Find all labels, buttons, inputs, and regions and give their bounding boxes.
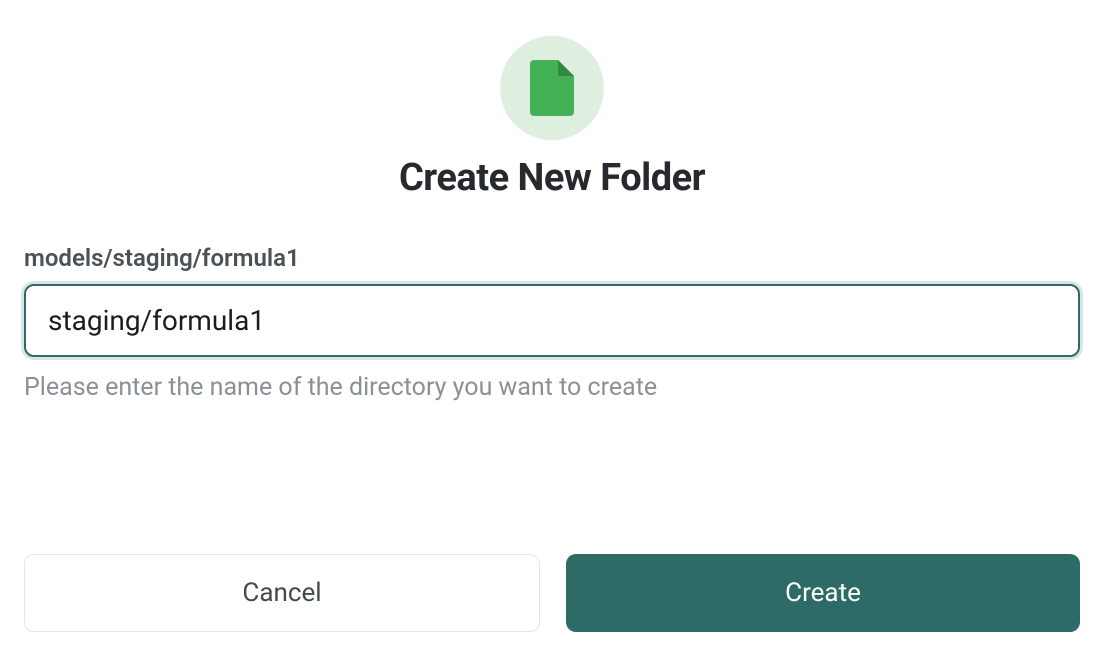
cancel-button[interactable]: Cancel — [24, 554, 540, 632]
dialog-icon-circle — [500, 36, 604, 140]
file-icon — [530, 60, 574, 116]
create-folder-dialog: Create New Folder models/staging/formula… — [0, 0, 1104, 656]
path-label: models/staging/formula1 — [24, 244, 1080, 272]
spacer — [24, 402, 1080, 538]
dialog-title: Create New Folder — [24, 156, 1080, 200]
helper-text: Please enter the name of the directory y… — [24, 373, 1080, 402]
create-button[interactable]: Create — [566, 554, 1080, 632]
folder-name-input[interactable] — [24, 284, 1080, 357]
button-row: Cancel Create — [24, 554, 1080, 632]
